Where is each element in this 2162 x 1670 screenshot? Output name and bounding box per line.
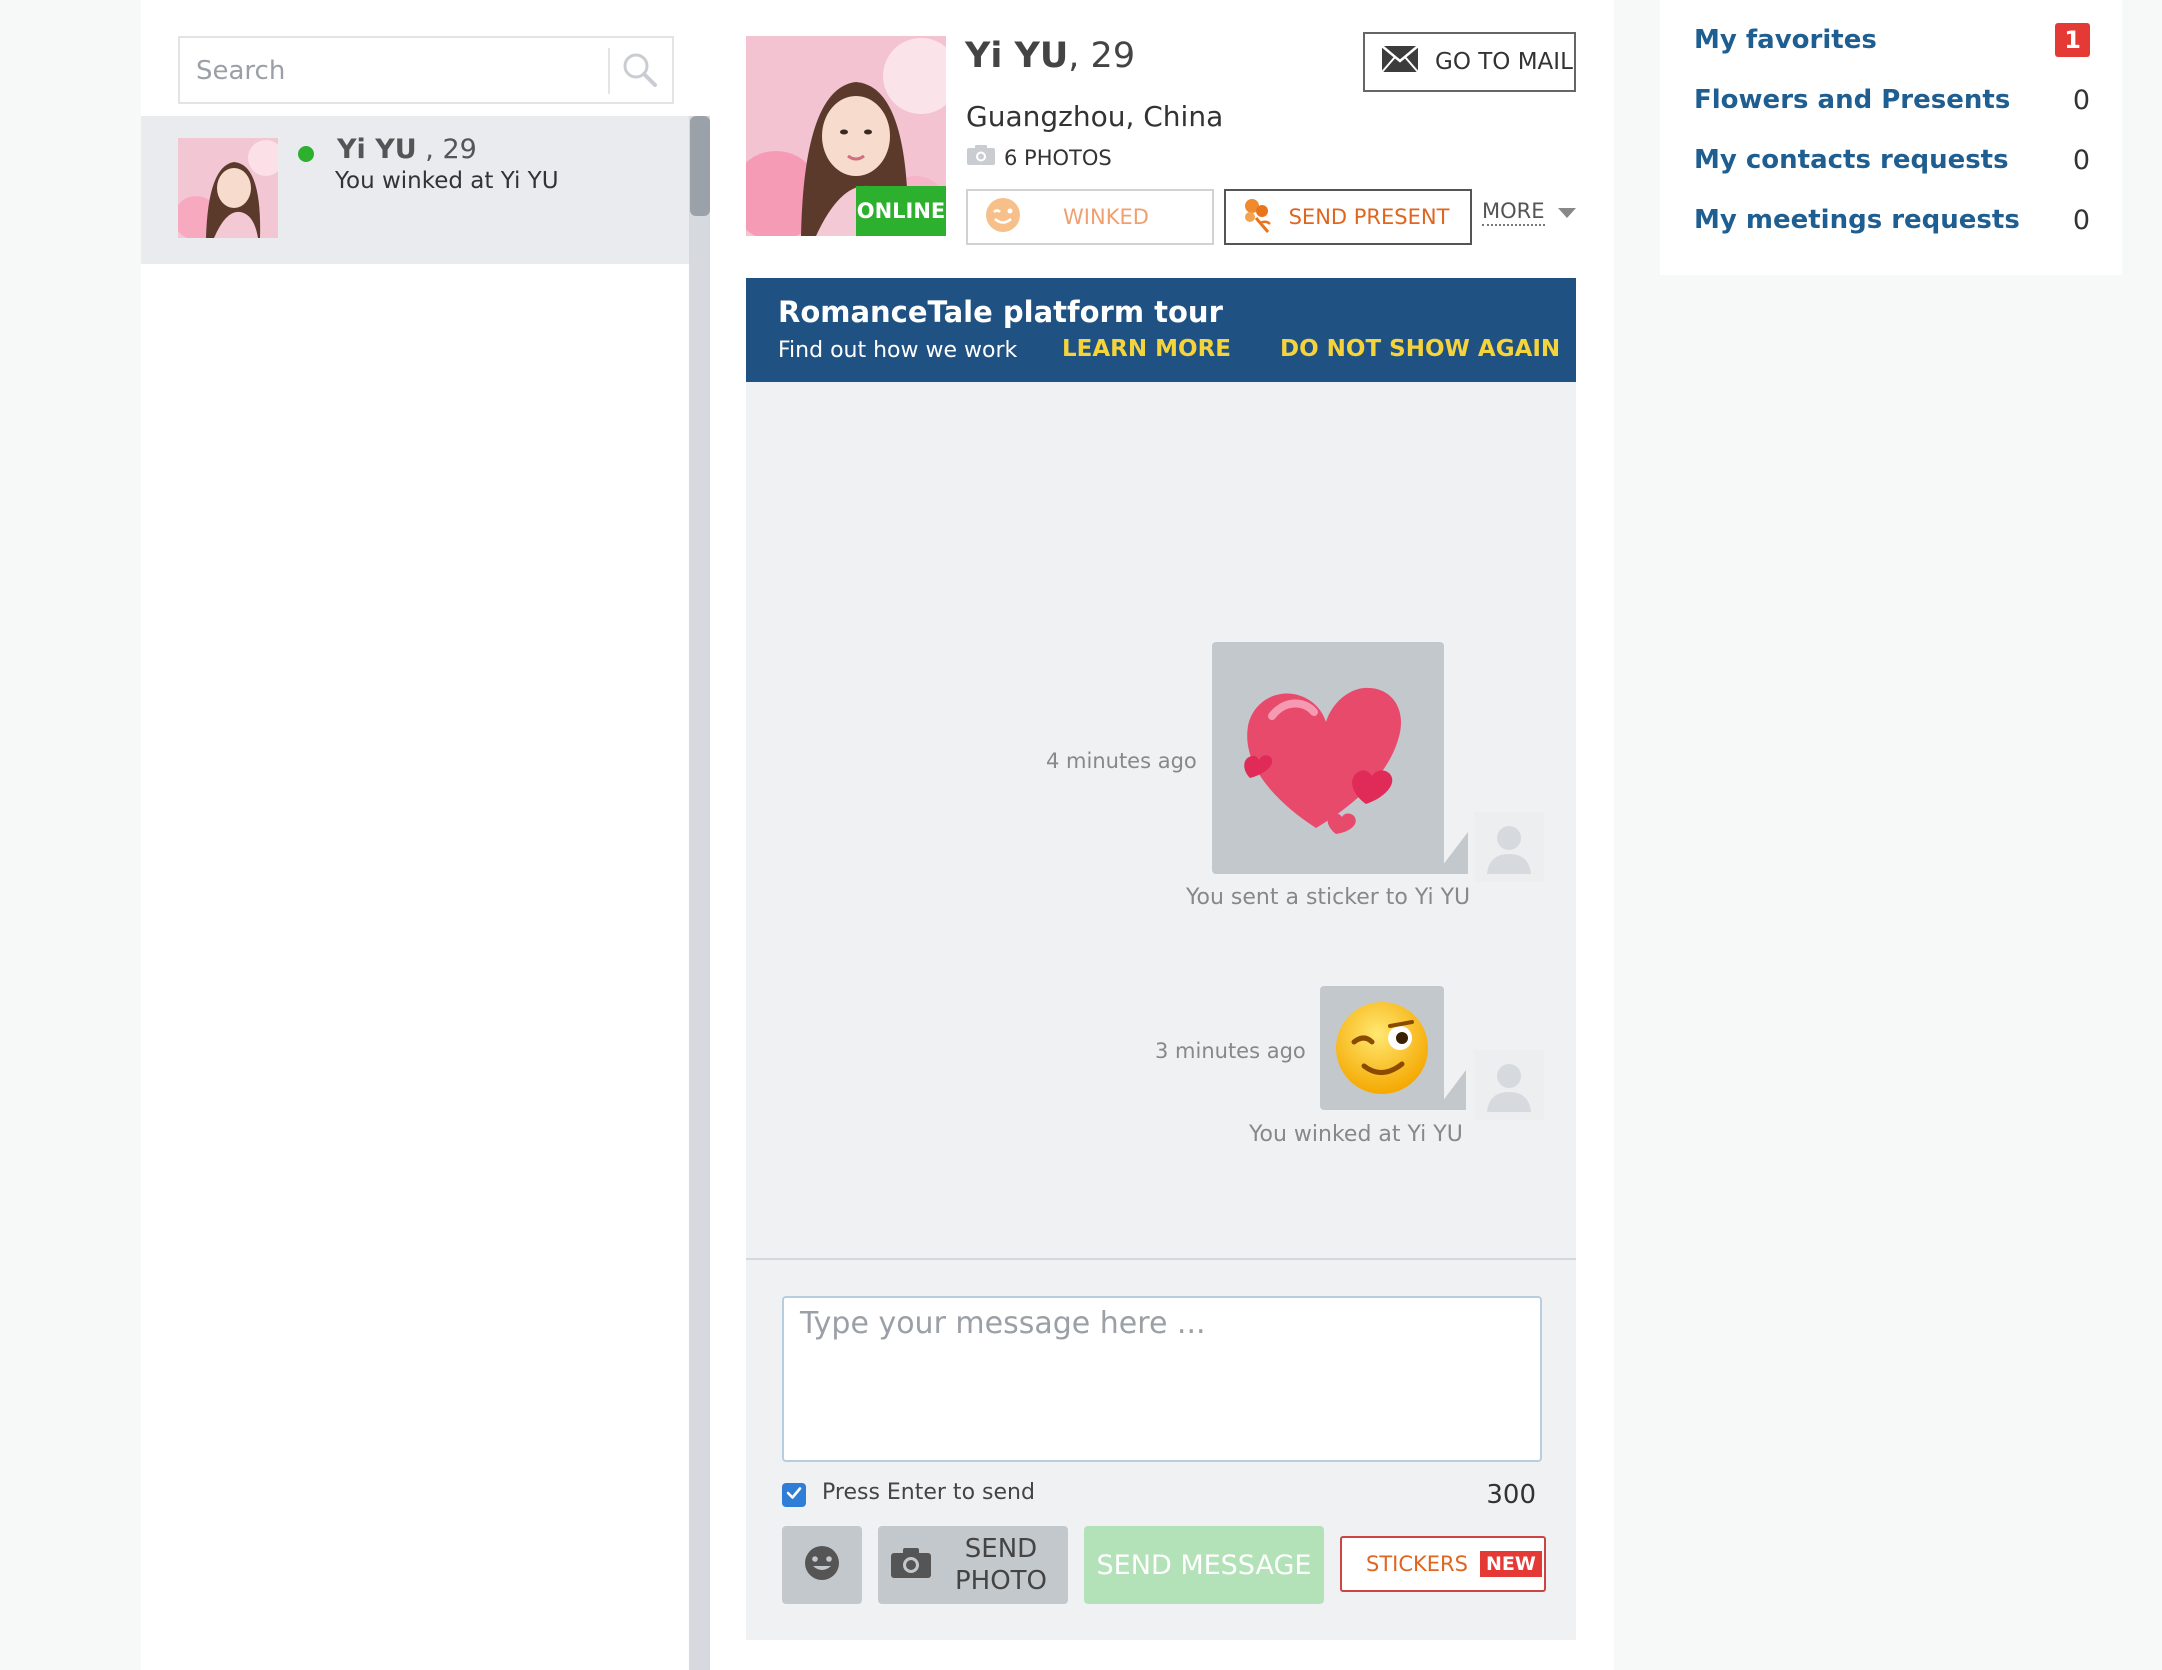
scrollbar-thumb[interactable] — [690, 116, 710, 216]
sidebar-item-count: 0 — [2072, 204, 2090, 236]
contact-age: , 29 — [425, 134, 477, 165]
scrollbar-track[interactable] — [689, 116, 711, 1670]
emoji-button[interactable] — [782, 1526, 862, 1604]
sticker-bubble — [1212, 642, 1444, 874]
tour-title: RomanceTale platform tour — [778, 295, 1223, 329]
more-dropdown[interactable]: MORE — [1482, 198, 1577, 226]
photos-count-label: 6 PHOTOS — [1004, 145, 1112, 170]
profile-location: Guangzhou, China — [966, 100, 1224, 133]
contact-name-line: Yi YU , 29 — [337, 134, 477, 165]
platform-tour-banner: RomanceTale platform tour Find out how w… — [746, 278, 1576, 382]
more-label: MORE — [1482, 198, 1545, 226]
contact-avatar — [178, 138, 278, 238]
stickers-label: STICKERS — [1366, 1552, 1468, 1576]
message-composer: Press Enter to send 300 SEND PHOTO SEND … — [746, 1260, 1576, 1640]
activity-sidebar: My favorites 1 Flowers and Presents 0 My… — [1660, 0, 2122, 275]
user-placeholder-icon — [1474, 812, 1544, 882]
search-icon[interactable] — [620, 50, 660, 94]
new-badge: NEW — [1479, 1551, 1542, 1577]
send-present-button[interactable]: SEND PRESENT — [1224, 189, 1472, 245]
profile-name-line: Yi YU, 29 — [965, 36, 1135, 76]
press-enter-label[interactable]: Press Enter to send — [822, 1480, 1035, 1505]
favorites-count-badge: 1 — [2055, 23, 2090, 57]
send-photo-label: SEND PHOTO — [954, 1534, 1048, 1596]
chevron-down-icon — [1557, 200, 1577, 224]
tour-subtitle: Find out how we work — [778, 338, 1018, 363]
user-placeholder-icon — [1474, 1050, 1544, 1120]
search-box — [178, 36, 674, 104]
sidebar-item-label[interactable]: My favorites — [1694, 25, 1877, 55]
sidebar-item-count: 0 — [2072, 84, 2090, 116]
search-divider — [608, 48, 610, 94]
conversation-item[interactable]: Yi YU , 29 You winked at Yi YU — [141, 116, 691, 264]
search-input[interactable] — [194, 48, 588, 94]
wink-bubble — [1320, 986, 1444, 1110]
winked-button[interactable]: WINKED — [966, 189, 1214, 245]
send-message-button[interactable]: SEND MESSAGE — [1084, 1526, 1324, 1604]
smiley-icon — [802, 1543, 842, 1587]
do-not-show-again-link[interactable]: DO NOT SHOW AGAIN — [1280, 336, 1560, 362]
bubble-tail — [1436, 1070, 1466, 1110]
sidebar-item-label[interactable]: My contacts requests — [1694, 145, 2009, 175]
character-counter: 300 — [1486, 1480, 1536, 1510]
message-timestamp: 3 minutes ago — [1155, 1039, 1306, 1063]
send-present-label: SEND PRESENT — [1288, 205, 1450, 229]
stickers-button[interactable]: STICKERS NEW — [1340, 1536, 1546, 1592]
message-timestamp: 4 minutes ago — [1046, 749, 1197, 773]
check-icon — [785, 1484, 803, 1506]
flower-icon — [1240, 196, 1276, 239]
wink-emoji-icon — [1336, 1002, 1428, 1094]
camera-icon — [966, 144, 996, 171]
send-photo-button[interactable]: SEND PHOTO — [878, 1526, 1068, 1604]
message-caption: You sent a sticker to Yi YU — [1186, 885, 1471, 910]
online-indicator — [298, 146, 314, 162]
go-to-mail-button[interactable]: GO TO MAIL — [1363, 32, 1576, 92]
profile-name[interactable]: Yi YU — [965, 36, 1068, 76]
sidebar-item-contacts-requests[interactable]: My contacts requests 0 — [1694, 140, 2090, 180]
online-badge: ONLINE — [856, 186, 946, 236]
heart-sticker-icon — [1244, 687, 1401, 834]
learn-more-link[interactable]: LEARN MORE — [1062, 336, 1231, 362]
photos-link[interactable]: 6 PHOTOS — [966, 144, 1112, 171]
sidebar-item-label[interactable]: My meetings requests — [1694, 205, 2020, 235]
sidebar-item-favorites[interactable]: My favorites 1 — [1694, 20, 2090, 60]
bubble-tail — [1436, 832, 1468, 874]
mail-icon — [1381, 45, 1419, 79]
camera-icon — [890, 1547, 932, 1583]
contact-name: Yi YU — [337, 134, 417, 165]
message-history: 4 minutes ago You sent a sticker to Yi Y… — [746, 382, 1576, 1258]
message-input[interactable] — [782, 1296, 1542, 1462]
profile-age: , 29 — [1068, 36, 1136, 76]
press-enter-checkbox[interactable] — [782, 1483, 806, 1507]
message-caption: You winked at Yi YU — [1249, 1122, 1463, 1147]
sidebar-item-meetings-requests[interactable]: My meetings requests 0 — [1694, 200, 2090, 240]
contact-last-activity: You winked at Yi YU — [335, 168, 559, 194]
sidebar-item-count: 0 — [2072, 144, 2090, 176]
sidebar-item-flowers-presents[interactable]: Flowers and Presents 0 — [1694, 80, 2090, 120]
sidebar-item-label[interactable]: Flowers and Presents — [1694, 85, 2010, 115]
go-to-mail-label: GO TO MAIL — [1435, 49, 1573, 75]
wink-icon — [984, 196, 1022, 239]
winked-label: WINKED — [1063, 205, 1149, 229]
